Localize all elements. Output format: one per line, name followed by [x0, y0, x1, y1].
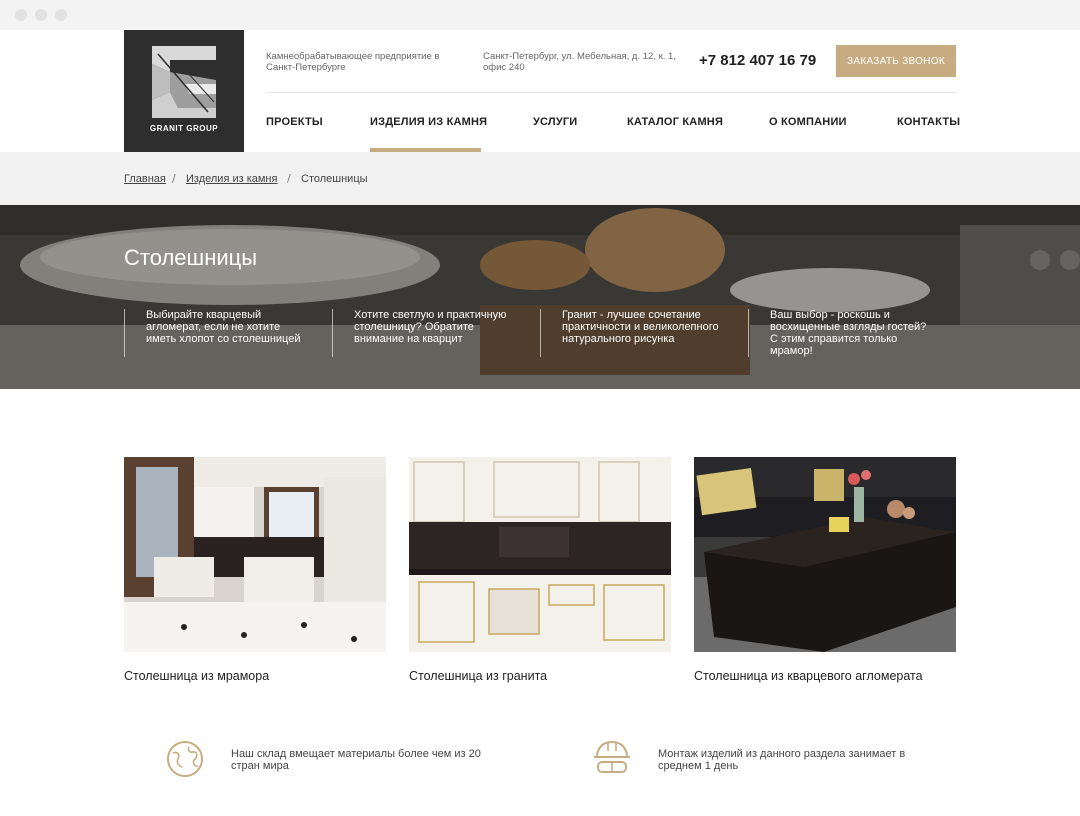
hero-feature-quartz-agglomerate: Выбирайте кварцевый агломерат, если не х…: [124, 309, 304, 357]
hero-feature-quartzite: Хотите светлую и практичную столешницу? …: [332, 309, 512, 357]
card-image-granite[interactable]: [409, 457, 671, 652]
info-text-installation: Монтаж изделий из данного раздела занима…: [658, 748, 906, 772]
hero-overlay: [0, 205, 1080, 389]
hero-feature-granite: Гранит - лучшее сочетание практичности и…: [540, 309, 720, 357]
granite-kitchen-photo: [409, 457, 671, 652]
card-image-quartz[interactable]: [694, 457, 956, 652]
hero-banner: Столешницы Выбирайте кварцевый агломерат…: [0, 205, 1080, 389]
nav-item-about[interactable]: О КОМПАНИИ: [769, 116, 847, 128]
breadcrumb-separator: /: [172, 172, 176, 185]
worker-helmet-icon: [592, 739, 632, 783]
window-minimize-dot[interactable]: [35, 9, 47, 21]
header-divider: [266, 92, 956, 93]
breadcrumb-current: Столешницы: [301, 173, 368, 185]
company-address: Санкт-Петербург, ул. Мебельная, д. 12, к…: [483, 51, 676, 73]
card-title-marble[interactable]: Столешница из мрамора: [124, 669, 269, 683]
card-title-quartz[interactable]: Столешница из кварцевого агломерата: [694, 669, 923, 683]
nav-item-projects[interactable]: ПРОЕКТЫ: [266, 116, 323, 128]
logo-text: GRANIT GROUP: [149, 124, 219, 133]
nav-item-stone-catalog[interactable]: КАТАЛОГ КАМНЯ: [627, 116, 723, 128]
nav-item-stone-products[interactable]: ИЗДЕЛИЯ ИЗ КАМНЯ: [370, 116, 487, 128]
company-description: Камнеобрабатывающее предприятие в Санкт-…: [266, 51, 440, 73]
nav-item-services[interactable]: УСЛУГИ: [533, 116, 577, 128]
window-maximize-dot[interactable]: [55, 9, 67, 21]
breadcrumb-separator: /: [287, 172, 291, 185]
globe-icon: [165, 739, 205, 783]
breadcrumb-home[interactable]: Главная: [124, 173, 166, 185]
phone-number[interactable]: +7 812 407 16 79: [699, 52, 816, 69]
breadcrumb: Главная / Изделия из камня / Столешницы: [0, 152, 1080, 205]
browser-chrome: [0, 0, 1080, 30]
window-close-dot[interactable]: [15, 9, 27, 21]
breadcrumb-stone-products[interactable]: Изделия из камня: [186, 173, 277, 185]
order-call-button[interactable]: ЗАКАЗАТЬ ЗВОНОК: [836, 45, 956, 77]
quartz-table-photo: [694, 457, 956, 652]
card-title-granite[interactable]: Столешница из гранита: [409, 669, 547, 683]
granit-logo-mark-icon: [152, 46, 216, 118]
logo[interactable]: GRANIT GROUP: [124, 30, 244, 152]
page-title: Столешницы: [124, 245, 258, 270]
info-text-warehouse: Наш склад вмещает материалы более чем из…: [231, 748, 481, 772]
marble-kitchen-photo: [124, 457, 386, 652]
card-image-marble[interactable]: [124, 457, 386, 652]
hero-feature-marble: Ваш выбор - роскошь и восхищенные взгляд…: [748, 309, 928, 357]
nav-item-contacts[interactable]: КОНТАКТЫ: [897, 116, 960, 128]
page: GRANIT GROUP Камнеобрабатывающее предпри…: [0, 30, 1080, 816]
